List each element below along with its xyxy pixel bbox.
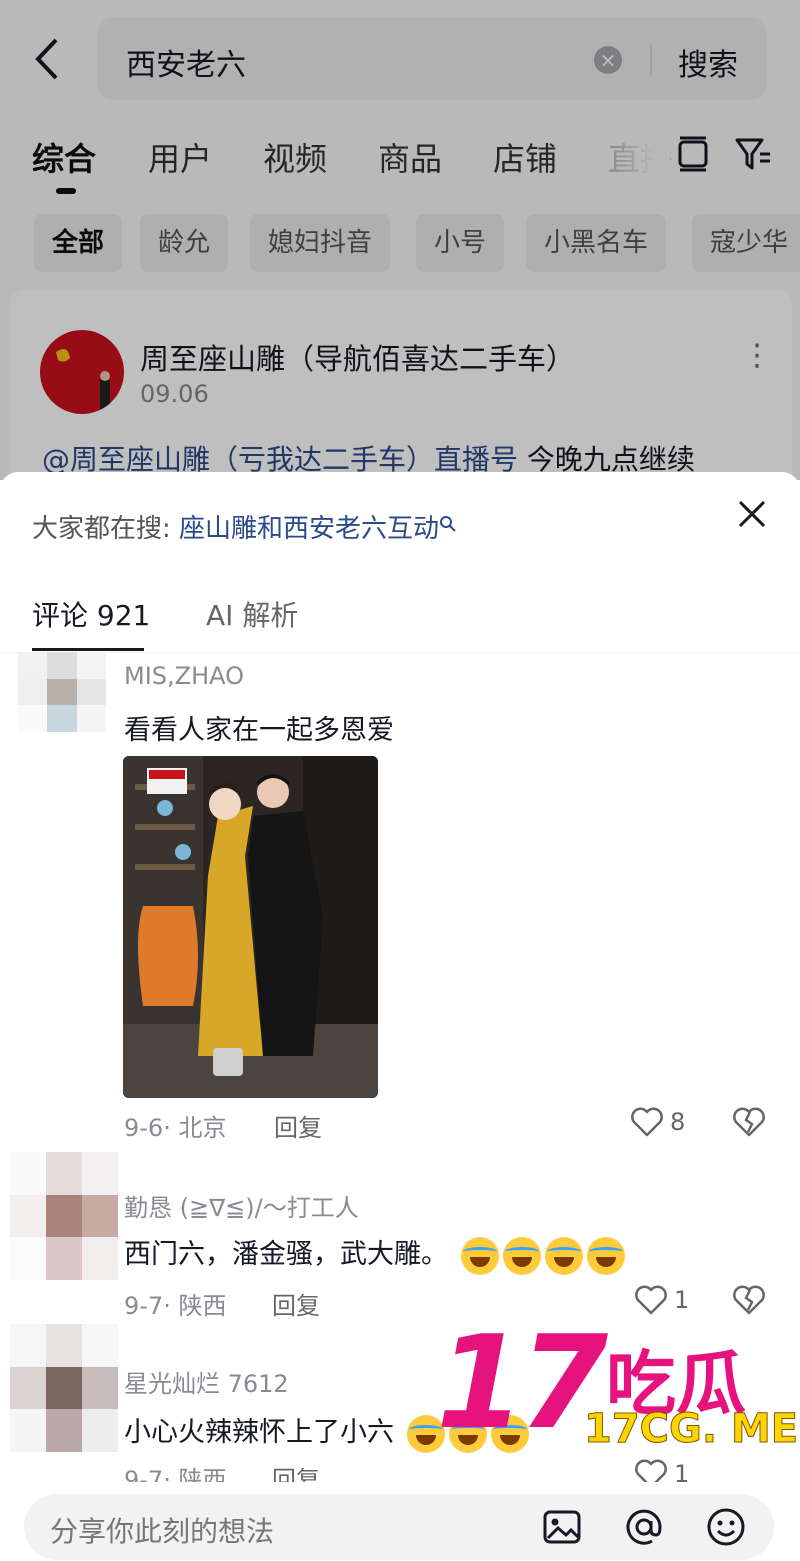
comment-sheet: 大家都在搜: 座山雕和西安老六互动 评论 921 AI 解析 MIS,ZHAO … [0,472,800,1561]
tab-ai-analysis[interactable]: AI 解析 [206,594,298,634]
close-icon[interactable] [734,496,770,532]
comment-input[interactable]: 分享你此刻的想法 [24,1494,774,1560]
avatar[interactable] [18,652,106,732]
hot-search[interactable]: 大家都在搜: 座山雕和西安老六互动 [32,508,457,545]
search-icon [440,516,456,532]
divider [0,652,800,653]
comment-tab-indicator [32,648,144,651]
comment-text: 小心火辣辣怀上了小六 [124,1417,394,1448]
comment-username[interactable]: MIS,ZHAO [124,662,244,690]
dislike-icon[interactable] [732,1284,766,1316]
watermark-url: 17CG. ME [583,1406,799,1453]
laugh-cry-emoji [502,1236,541,1275]
laugh-cry-emoji [460,1236,499,1275]
avatar[interactable] [10,1152,118,1280]
like-button[interactable]: 1 [634,1284,689,1316]
avatar[interactable] [10,1324,118,1452]
comment-meta: 9-7· 陕西 [124,1292,227,1320]
comment-meta: 9-6· 北京 [124,1114,227,1142]
comment-placeholder: 分享你此刻的想法 [50,1515,275,1548]
like-count: 8 [670,1108,686,1136]
hot-search-label: 大家都在搜: [32,514,180,544]
dislike-icon[interactable] [732,1106,766,1138]
at-icon[interactable] [622,1505,666,1549]
site-watermark: 17 吃瓜 17CG. ME [436,1309,799,1480]
like-button[interactable]: 8 [630,1106,685,1138]
tab-comments[interactable]: 评论 921 [32,594,150,634]
comment-text-row: 西门六，潘金骚，武大雕。 [124,1232,625,1275]
comment-username[interactable]: 星光灿烂 7612 [124,1364,289,1399]
laugh-cry-emoji [586,1236,625,1275]
image-icon[interactable] [540,1505,584,1549]
like-count: 1 [674,1286,690,1314]
comment-username[interactable]: 勤恳 (≧∇≦)/～打工人 [124,1188,359,1223]
comment-input-bar: 分享你此刻的想法 [0,1482,800,1561]
heart-icon [631,1107,663,1137]
emoji-icon[interactable] [704,1505,748,1549]
dim-overlay[interactable] [0,0,800,480]
reply-button[interactable]: 回复 [274,1108,322,1143]
reply-button[interactable]: 回复 [272,1286,320,1321]
comment-text: 西门六，潘金骚，武大雕。 [124,1239,448,1270]
heart-icon [635,1285,667,1315]
comment-text: 看看人家在一起多恩爱 [124,715,394,746]
laugh-cry-emoji [544,1236,583,1275]
hot-search-keyword[interactable]: 座山雕和西安老六互动 [179,514,439,544]
watermark-number: 17 [436,1309,608,1458]
search-results-page: 西安老六 × 搜索 综合 用户 视频 商品 店铺 直播 全部 龄允 媳妇抖音 小… [0,0,800,480]
comment-photo[interactable] [123,756,378,1098]
